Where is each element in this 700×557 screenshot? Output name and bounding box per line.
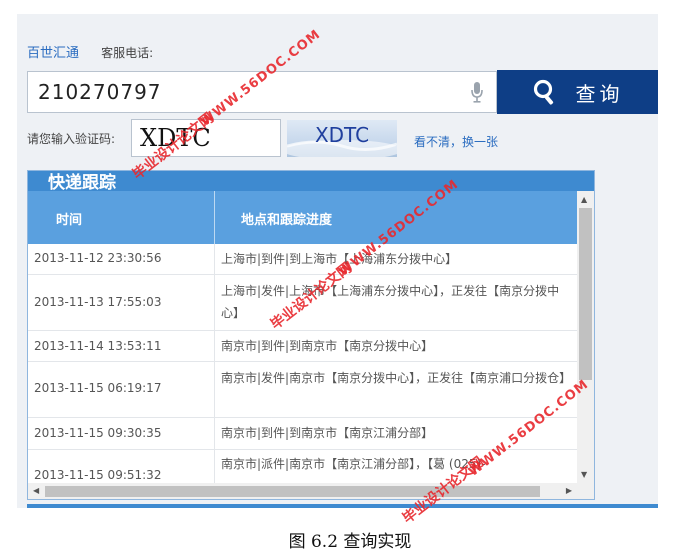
search-button-label: 查询 <box>575 81 624 106</box>
vertical-scrollbar[interactable]: ▲ ▼ <box>577 191 594 483</box>
tracking-panel: 快递跟踪 时间 地点和跟踪进度 2013-11-12 23:30:56 上海市|… <box>27 170 595 500</box>
table-row: 2013-11-12 23:30:56 上海市|到件|到上海市【上海浦东分拨中心… <box>28 244 577 275</box>
row-time: 2013-11-14 13:53:11 <box>34 339 162 353</box>
row-detail: 上海市|到件|到上海市【上海浦东分拨中心】 <box>221 252 458 266</box>
hotline-label: 客服电话: <box>101 46 154 60</box>
bottom-accent-bar <box>27 504 658 508</box>
tracking-rows: 2013-11-12 23:30:56 上海市|到件|到上海市【上海浦东分拨中心… <box>28 244 577 496</box>
captcha-text: XDTC <box>314 123 370 147</box>
table-row: 2013-11-15 09:30:35 南京市|到件|到南京市【南京江浦分部】 <box>28 418 577 450</box>
tracking-number-input[interactable] <box>28 72 468 112</box>
horizontal-scroll-thumb[interactable] <box>45 486 540 497</box>
row-time: 2013-11-15 09:30:35 <box>34 426 162 440</box>
scroll-right-icon[interactable]: ▶ <box>566 486 572 495</box>
microphone-icon[interactable] <box>470 81 484 103</box>
horizontal-scrollbar[interactable]: ◀ ▶ <box>28 483 577 499</box>
row-time: 2013-11-15 09:51:32 <box>34 468 162 482</box>
tracking-title-bar: 快递跟踪 <box>28 171 594 193</box>
row-detail: 南京市|派件|南京市【南京江浦分部】，【葛 (025)- <box>221 457 486 471</box>
scroll-down-icon[interactable]: ▼ <box>581 470 587 479</box>
figure-caption: 图 6.2 查询实现 <box>288 532 412 552</box>
scroll-up-icon[interactable]: ▲ <box>581 195 587 204</box>
brand-row: 百世汇通 客服电话: <box>27 42 153 61</box>
scroll-left-icon[interactable]: ◀ <box>33 486 39 495</box>
refresh-captcha-link[interactable]: 看不清，换一张 <box>414 133 498 150</box>
row-detail: 上海市|发件|上海市【上海浦东分拨中心】，正发往【南京分拨中心】 <box>221 284 560 320</box>
table-row: 2013-11-13 17:55:03 上海市|发件|上海市【上海浦东分拨中心】… <box>28 275 577 331</box>
column-divider <box>214 331 215 361</box>
table-header: 时间 地点和跟踪进度 <box>28 191 577 244</box>
search-button[interactable]: 查询 <box>497 70 658 114</box>
tracking-title: 快递跟踪 <box>48 173 116 193</box>
header-divider <box>214 191 215 244</box>
row-time: 2013-11-12 23:30:56 <box>34 251 162 265</box>
scroll-corner <box>577 483 594 499</box>
search-icon <box>533 79 553 105</box>
captcha-label: 请您输入验证码: <box>27 132 116 146</box>
row-detail: 南京市|到件|到南京市【南京江浦分部】 <box>221 426 434 440</box>
row-time: 2013-11-15 06:19:17 <box>34 381 162 395</box>
column-header-time: 时间 <box>56 213 83 228</box>
captcha-input[interactable] <box>131 119 281 157</box>
row-time: 2013-11-13 17:55:03 <box>34 295 162 309</box>
vertical-scroll-thumb[interactable] <box>579 208 592 380</box>
captcha-image[interactable]: XDTC <box>287 120 397 157</box>
table-row: 2013-11-14 13:53:11 南京市|到件|到南京市【南京分拨中心】 <box>28 331 577 362</box>
row-detail: 南京市|发件|南京市【南京分拨中心】，正发往【南京浦口分拨仓】 <box>221 371 572 385</box>
table-row: 2013-11-15 06:19:17 南京市|发件|南京市【南京分拨中心】，正… <box>28 362 577 418</box>
column-header-place: 地点和跟踪进度 <box>241 213 333 228</box>
column-divider <box>214 275 215 330</box>
column-divider <box>214 418 215 449</box>
column-divider <box>214 362 215 417</box>
search-box <box>27 71 497 113</box>
brand-link[interactable]: 百世汇通 <box>27 46 79 61</box>
row-detail: 南京市|到件|到南京市【南京分拨中心】 <box>221 339 434 353</box>
column-divider <box>214 244 215 274</box>
